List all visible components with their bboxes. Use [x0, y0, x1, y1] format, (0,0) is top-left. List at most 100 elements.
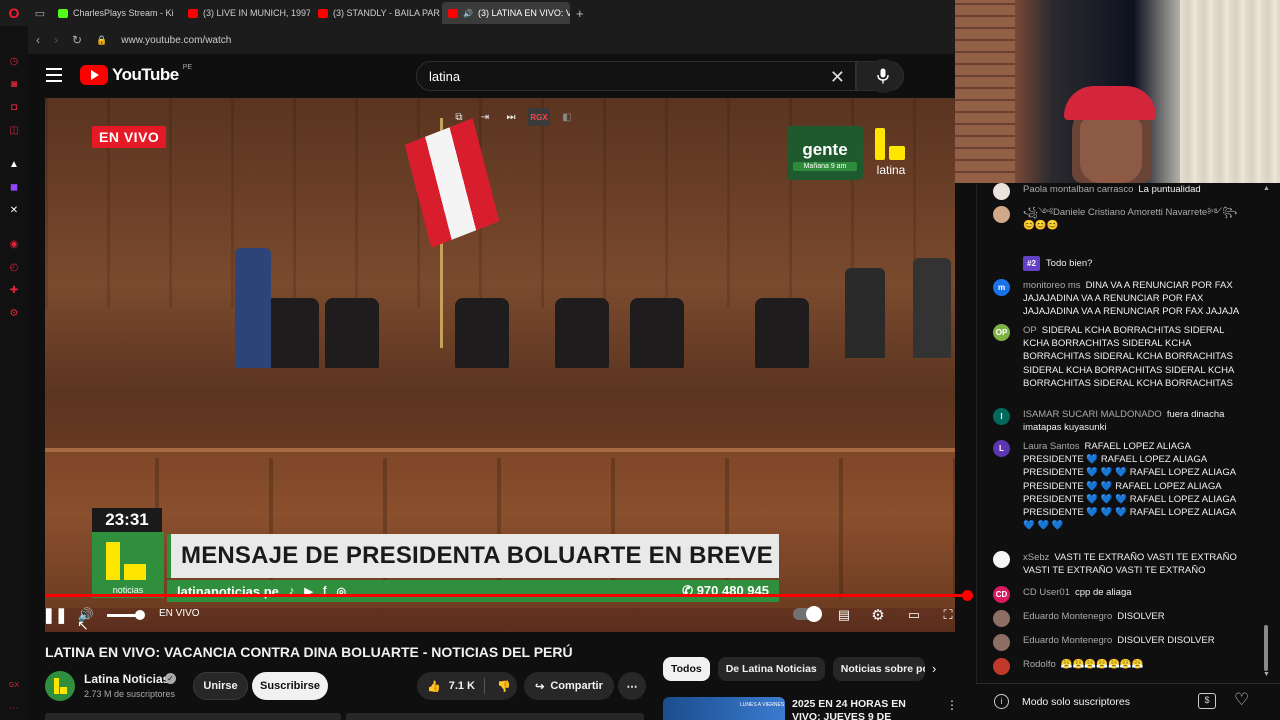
chat-author[interactable]: Eduardo Montenegro	[1023, 611, 1112, 622]
menu-icon[interactable]	[46, 68, 62, 82]
chat-avatar[interactable]: CD	[993, 586, 1010, 603]
settings-gear-icon[interactable]: ⚙	[869, 605, 887, 625]
aria-icon[interactable]: ▲	[7, 157, 21, 171]
picture-in-picture-icon[interactable]: ⧉	[450, 108, 468, 126]
gx-icon[interactable]: GX	[7, 678, 21, 692]
recommendation-thumbnail[interactable]	[663, 697, 785, 720]
chat-author[interactable]: ISAMAR SUCARI MALDONADO	[1023, 409, 1162, 420]
chat-avatar[interactable]	[993, 634, 1010, 651]
forward-icon[interactable]: ›	[54, 33, 58, 47]
chair	[755, 298, 809, 368]
skip-icon[interactable]: ⏭	[502, 108, 520, 126]
chat-avatar[interactable]	[993, 610, 1010, 627]
chat-avatar[interactable]: OP	[993, 324, 1010, 341]
video-player[interactable]: EN VIVO ⧉ ⇥ ⏭ RGX ◧ gente Mañana 9 am la…	[45, 98, 955, 632]
twitch-icon[interactable]: ◼	[7, 180, 21, 194]
channel-avatar[interactable]	[45, 671, 75, 701]
fullscreen-icon[interactable]: ⛶	[939, 605, 957, 625]
clear-search-icon[interactable]: ✕	[830, 67, 845, 88]
chat-message: xSebz VASTI TE EXTRAÑO VASTI TE EXTRAÑO V…	[993, 551, 1243, 577]
webcam-curtain	[1180, 0, 1280, 183]
live-indicator[interactable]: EN VIVO	[159, 608, 200, 619]
x-icon[interactable]: ✕	[7, 203, 21, 217]
info-icon[interactable]: i	[994, 694, 1009, 709]
settings-icon[interactable]: ⚙	[7, 306, 21, 320]
chat-author[interactable]: Paola montalban carrasco	[1023, 184, 1133, 195]
subscriber-count: 2.73 M de suscriptores	[84, 689, 176, 699]
thumbs-down-icon[interactable]: 👎	[497, 680, 511, 693]
chat-author[interactable]: OP	[1023, 325, 1037, 336]
url-field[interactable]: www.youtube.com/watch	[121, 35, 231, 46]
like-button[interactable]: 👍 7.1 K 👎	[417, 672, 517, 700]
more-icon[interactable]: ⋯	[7, 701, 21, 715]
super-chat-icon[interactable]: $	[1198, 693, 1216, 709]
voice-search-button[interactable]	[866, 59, 900, 93]
chat-avatar[interactable]	[993, 183, 1010, 200]
rgx-button[interactable]: RGX	[528, 108, 550, 126]
browser-tab[interactable]: (3) STANDLY - BAILA PARA	[312, 2, 440, 24]
heart-icon[interactable]: ♡	[1234, 690, 1249, 710]
reload-icon[interactable]: ↻	[72, 33, 82, 47]
back-icon[interactable]: ‹	[36, 33, 40, 47]
chat-author[interactable]: Laura Santos	[1023, 441, 1080, 452]
chevron-right-icon[interactable]: ›	[932, 661, 936, 676]
chip-from-channel[interactable]: De Latina Noticias	[717, 657, 825, 681]
speaker-icon[interactable]: 🔊	[463, 9, 473, 18]
join-button[interactable]: Unirse	[193, 672, 248, 700]
subtitles-icon[interactable]: ▤	[835, 605, 853, 625]
recommendation-title[interactable]: 2025 EN 24 HORAS EN VIVO: JUEVES 9 DE OC…	[792, 698, 932, 720]
instagram-icon[interactable]: ◫	[7, 123, 21, 137]
more-actions-button[interactable]: ⋯	[618, 672, 646, 700]
share-button[interactable]: ↪ Compartir	[524, 672, 614, 700]
exit-icon[interactable]: ⇥	[476, 108, 494, 126]
chat-avatar[interactable]	[993, 551, 1010, 568]
person-figure	[235, 248, 271, 368]
scroll-down-icon[interactable]: ▼	[1263, 671, 1270, 678]
messenger-icon[interactable]: ◘	[7, 100, 21, 114]
panel-icon[interactable]: ◧	[558, 108, 576, 126]
youtube-logo[interactable]: YouTube PE	[80, 64, 192, 85]
chat-message-body: monitoreo ms DINA VA A RENUNCIAR POR FAX …	[1023, 279, 1243, 319]
chat-message-body: CD User01 cpp de aliaga	[1023, 586, 1243, 599]
clock-icon[interactable]: ◴	[7, 260, 21, 274]
chat-scroll-thumb[interactable]	[1264, 625, 1268, 671]
history-icon[interactable]: ◷	[7, 54, 21, 68]
chat-avatar[interactable]: I	[993, 408, 1010, 425]
chip-all[interactable]: Todos	[663, 657, 710, 681]
search-input[interactable]: latina ✕	[416, 61, 856, 91]
theater-mode-icon[interactable]: ▭	[905, 605, 923, 625]
recommendation-more-icon[interactable]: ⋮	[946, 698, 958, 712]
new-tab-icon[interactable]: +	[576, 6, 584, 21]
progress-bar[interactable]	[45, 594, 967, 597]
chat-text: 😊😊😊	[1023, 220, 1059, 232]
chat-author[interactable]: ꧁༺Daniele Cristiano Amoretti Navarrete༻꧂	[1023, 207, 1237, 218]
chat-author[interactable]: monitoreo ms	[1023, 280, 1081, 291]
chat-avatar[interactable]: m	[993, 279, 1010, 296]
chat-avatar[interactable]: L	[993, 440, 1010, 457]
chat-avatar[interactable]	[993, 206, 1010, 223]
chat-author[interactable]: xSebz	[1023, 552, 1049, 563]
tab-menu-icon[interactable]: ▭	[28, 0, 52, 26]
autoplay-toggle[interactable]	[793, 606, 822, 622]
chip-politics[interactable]: Noticias sobre polí	[832, 657, 925, 681]
channel-name[interactable]: Latina Noticias	[84, 672, 169, 686]
chat-avatar[interactable]	[993, 658, 1010, 675]
gente-logo: gente Mañana 9 am	[787, 126, 863, 180]
chat-author[interactable]: Rodolfo	[1023, 659, 1056, 670]
volume-knob[interactable]	[135, 610, 145, 620]
bag-icon[interactable]: ◙	[7, 77, 21, 91]
scroll-up-icon[interactable]: ▲	[1263, 185, 1270, 192]
opera-logo-icon[interactable]: O	[0, 0, 28, 26]
chat-author[interactable]: Eduardo Montenegro	[1023, 635, 1112, 646]
subscribe-button[interactable]: Suscribirse	[252, 672, 328, 700]
progress-scrubber[interactable]	[962, 590, 973, 601]
browser-tab[interactable]: (3) LIVE IN MUNICH, 1997	[182, 2, 310, 24]
chat-scrollbar[interactable]	[1262, 185, 1270, 680]
browser-tab-active[interactable]: 🔊 (3) LATINA EN VIVO: V	[442, 2, 570, 24]
chat-author[interactable]: CD User01	[1023, 587, 1070, 598]
extension-icon[interactable]: ✚	[7, 283, 21, 297]
chat-message-body: #2 Todo bien?	[1023, 256, 1243, 272]
browser-tab[interactable]: CharlesPlays Stream - Ki	[52, 2, 180, 24]
player-icon[interactable]: ◉	[7, 237, 21, 251]
pause-button[interactable]: ❚❚	[42, 605, 67, 625]
